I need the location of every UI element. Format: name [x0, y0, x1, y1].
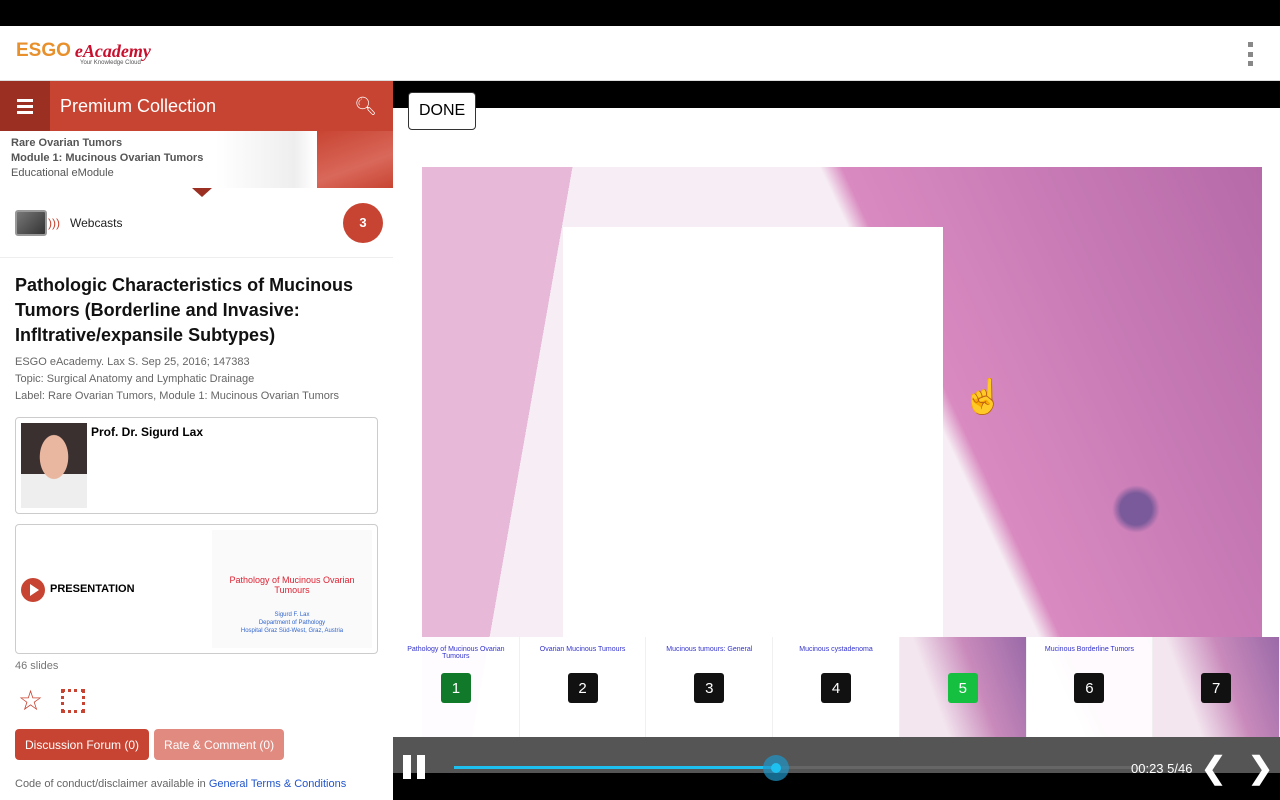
webcasts-item[interactable]: ))) Webcasts 3: [0, 188, 393, 258]
slide-thumbnail[interactable]: 7: [1153, 637, 1280, 737]
terms-link[interactable]: General Terms & Conditions: [209, 778, 346, 790]
banner-line2: Module 1: Mucinous Ovarian Tumors: [11, 152, 204, 164]
thumbnail-number: 1: [440, 673, 471, 703]
rate-comment-button[interactable]: Rate & Comment (0): [154, 729, 285, 760]
thumb-title: Pathology of Mucinous Ovarian Tumours: [229, 575, 355, 595]
thumb-author: Sigurd F. Lax: [274, 612, 310, 618]
thumbnail-title: Ovarian Mucinous Tumours: [539, 646, 626, 653]
thumbnail-number: 3: [694, 673, 725, 703]
thumbnail-number: 2: [567, 673, 598, 703]
play-icon[interactable]: [21, 578, 45, 602]
more-options-icon[interactable]: [1246, 42, 1254, 66]
thumbnail-title: Mucinous cystadenoma: [799, 646, 873, 653]
thumbnail-title: Mucinous Borderline Tumors: [1044, 646, 1134, 653]
author-name: Prof. Dr. Sigurd Lax: [91, 425, 204, 439]
qr-code-icon[interactable]: [61, 688, 86, 713]
status-bar: [0, 0, 1280, 26]
player-controls: 00:23 5/46 ❮ ❯: [393, 737, 1280, 800]
author-photo: [21, 423, 87, 508]
slide-thumbnail[interactable]: Mucinous Borderline Tumors 6: [1027, 637, 1154, 737]
logo-subtext: eAcademy: [74, 41, 151, 61]
author-card[interactable]: Prof. Dr. Sigurd Lax: [15, 417, 378, 514]
thumbnail-number: 4: [821, 673, 852, 703]
banner-pointer: [192, 188, 212, 197]
meta-topic: Topic: Surgical Anatomy and Lymphatic Dr…: [15, 373, 255, 385]
discussion-forum-button[interactable]: Discussion Forum (0): [15, 729, 150, 760]
thumb-dept: Department of Pathology: [258, 620, 326, 626]
app-bar: ESGO eAcademy Your Knowledge Cloud: [0, 26, 1280, 81]
esgo-logo[interactable]: ESGO eAcademy Your Knowledge Cloud: [16, 40, 151, 66]
slide-position: 5/46: [1167, 761, 1193, 776]
presentation-thumbnail[interactable]: Pathology of Mucinous Ovarian Tumours Si…: [212, 530, 372, 648]
presentation-label: PRESENTATION: [50, 583, 135, 595]
progress-slider[interactable]: [454, 755, 1154, 781]
slide-thumbnail[interactable]: Mucinous tumours: General 3: [646, 637, 774, 737]
meta-citation: ESGO eAcademy. Lax S. Sep 25, 2016; 1473…: [15, 356, 250, 368]
banner-line3: Educational eModule: [11, 167, 114, 179]
viewer-top-bar: [393, 81, 1280, 108]
banner-line1: Rare Ovarian Tumors: [11, 137, 123, 149]
footer-disclaimer: Code of conduct/disclaimer available in …: [0, 760, 393, 790]
thumbnail-strip: Pathology of Mucinous Ovarian Tumours 1 Ov…: [393, 637, 1280, 737]
webcast-tv-icon: [15, 209, 47, 236]
presentation-meta: ESGO eAcademy. Lax S. Sep 25, 2016; 1473…: [0, 348, 393, 405]
sidebar-header: Premium Collection 🔍︎: [0, 81, 393, 131]
thumbnail-title: Pathology of Mucinous Ovarian Tumours: [407, 646, 505, 660]
slide-thumbnail[interactable]: 5: [899, 637, 1027, 737]
presentation-card[interactable]: PRESENTATION Pathology of Mucinous Ovari…: [15, 524, 378, 654]
logo-tagline: Your Knowledge Cloud: [80, 60, 141, 66]
search-icon[interactable]: 🔍︎: [354, 96, 377, 117]
time-readout: 00:23 5/46: [1131, 761, 1192, 776]
logo-text: ESGO: [16, 40, 71, 61]
webcasts-count-badge: 3: [343, 202, 383, 243]
star-icon[interactable]: ☆: [18, 684, 43, 717]
slide-viewer: DONE ☝ Pathology of Mucinous Ovarian Tum…: [393, 81, 1280, 800]
thumbnail-number: 6: [1074, 673, 1105, 703]
banner-graphic: [317, 131, 393, 188]
slides-count: 46 slides: [15, 660, 59, 672]
thumbnail-number: 7: [1201, 673, 1232, 703]
sidebar: Premium Collection 🔍︎ Rare Ovarian Tumor…: [0, 81, 393, 800]
footer-text: Code of conduct/disclaimer available in: [15, 778, 209, 790]
module-banner[interactable]: Rare Ovarian Tumors Module 1: Mucinous O…: [0, 131, 393, 188]
webcasts-label: Webcasts: [70, 215, 123, 230]
pause-icon[interactable]: [403, 755, 427, 779]
next-slide-icon[interactable]: ❯: [1248, 751, 1273, 786]
slide-thumbnail[interactable]: Ovarian Mucinous Tumours 2: [520, 637, 647, 737]
progress-fill: [454, 766, 776, 769]
thumbnail-title: Mucinous tumours: General: [666, 646, 753, 653]
progress-thumb[interactable]: [763, 755, 789, 781]
hand-pointer-icon: ☝: [962, 378, 1005, 416]
menu-icon[interactable]: [0, 81, 50, 131]
broadcast-waves-icon: ))): [48, 215, 60, 230]
slide-thumbnail[interactable]: Mucinous cystadenoma 4: [773, 637, 900, 737]
presentation-title: Pathologic Characteristics of Mucinous T…: [15, 275, 354, 345]
slide-thumbnail[interactable]: Pathology of Mucinous Ovarian Tumours 1: [393, 637, 520, 737]
elapsed-time: 00:23: [1131, 761, 1164, 776]
meta-label: Label: Rare Ovarian Tumors, Module 1: Mu…: [15, 390, 340, 402]
collection-title: Premium Collection: [60, 95, 217, 116]
thumb-hospital: Hospital Graz Süd-West, Graz, Austria: [240, 628, 344, 634]
done-button[interactable]: DONE: [408, 92, 477, 130]
thumbnail-number: 5: [947, 673, 978, 703]
previous-slide-icon[interactable]: ❮: [1201, 751, 1226, 786]
